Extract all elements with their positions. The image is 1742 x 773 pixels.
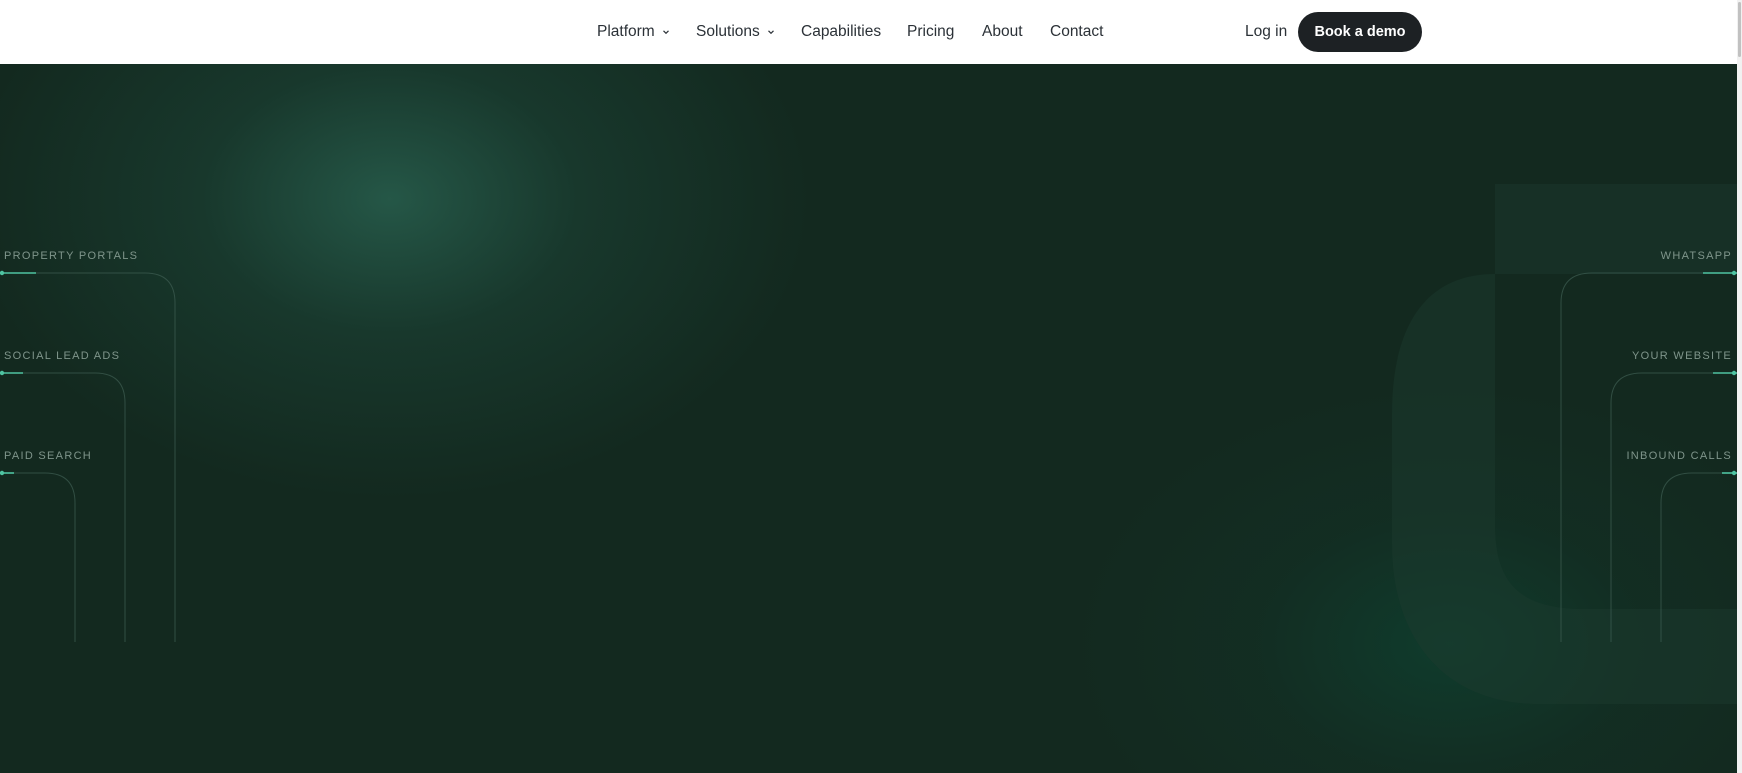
nav-item-contact[interactable]: Contact bbox=[1050, 0, 1103, 64]
source-label-inbound-calls: INBOUND CALLS bbox=[1626, 450, 1732, 462]
nav-item-platform[interactable]: Platform bbox=[597, 0, 671, 64]
nav-item-solutions[interactable]: Solutions bbox=[696, 0, 776, 64]
top-navigation-bar: Platform Solutions Capabilities Pricing … bbox=[0, 0, 1737, 64]
chevron-down-icon bbox=[767, 30, 774, 35]
source-label-your-website: YOUR WEBSITE bbox=[1632, 350, 1732, 362]
login-link[interactable]: Log in bbox=[1245, 0, 1287, 64]
nav-item-capabilities[interactable]: Capabilities bbox=[801, 0, 881, 64]
nav-item-about[interactable]: About bbox=[982, 0, 1023, 64]
source-connector-lines bbox=[0, 270, 1737, 642]
nav-item-label: Contact bbox=[1050, 23, 1104, 40]
nav-item-label: Platform bbox=[597, 23, 655, 40]
nav-item-label: Pricing bbox=[907, 23, 955, 40]
hero-section: PROPERTY PORTALS SOCIAL LEAD ADS PAID SE… bbox=[0, 64, 1737, 773]
nav-item-label: Solutions bbox=[696, 23, 760, 40]
source-label-property-portals: PROPERTY PORTALS bbox=[4, 250, 139, 262]
scrollbar-thumb[interactable] bbox=[1738, 2, 1741, 57]
nav-item-pricing[interactable]: Pricing bbox=[907, 0, 954, 64]
source-label-whatsapp: WHATSAPP bbox=[1660, 250, 1732, 262]
chevron-down-icon bbox=[662, 30, 669, 35]
vertical-scrollbar[interactable] bbox=[1737, 0, 1742, 773]
nav-item-label: About bbox=[982, 23, 1023, 40]
source-label-paid-search: PAID SEARCH bbox=[4, 450, 93, 462]
source-label-social-lead-ads: SOCIAL LEAD ADS bbox=[4, 350, 121, 362]
nav-item-label: Capabilities bbox=[801, 23, 882, 40]
book-demo-button[interactable]: Book a demo bbox=[1298, 12, 1422, 52]
